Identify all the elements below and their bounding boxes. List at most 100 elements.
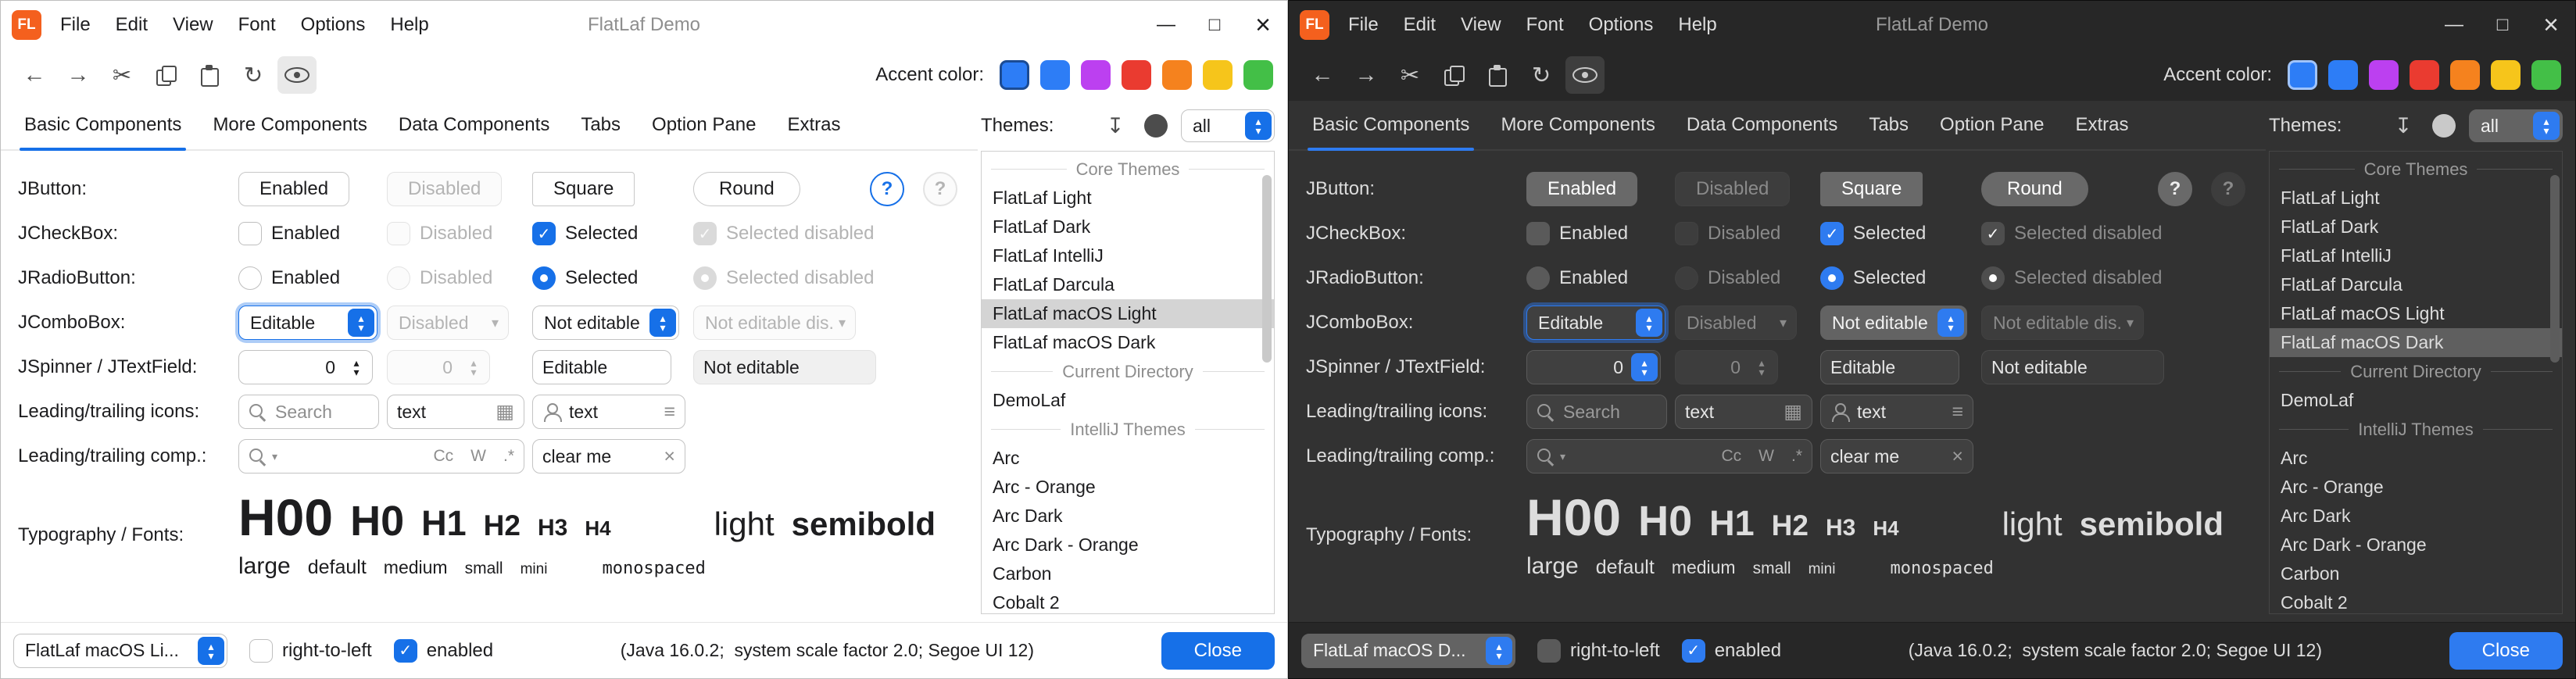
calendar-icon[interactable]: ▦ [496,400,514,423]
theme-list-item[interactable]: Arc Dark [2270,502,2562,531]
accent-swatch[interactable] [2450,60,2480,90]
combobox-not-editable[interactable]: Not editable ▴▾ [532,306,679,340]
square-button[interactable]: Square [1820,172,1923,206]
back-button[interactable]: ← [1303,56,1342,94]
right-to-left-checkbox[interactable]: right-to-left [1537,639,1660,663]
theme-list-item[interactable]: Cobalt 2 [982,588,1274,614]
close-window-button[interactable]: × [1239,1,1287,49]
paste-button[interactable] [190,56,229,94]
menu-item-view[interactable]: View [160,1,226,49]
theme-list-item[interactable]: DemoLaf [2270,386,2562,415]
textfield-editable[interactable]: Editable [1820,350,1959,384]
user-field[interactable]: text ≡ [532,395,685,429]
tab-extras[interactable]: Extras [771,101,856,149]
cut-button[interactable]: ✂ [102,56,141,94]
accent-swatch[interactable] [1000,60,1029,90]
theme-list-item[interactable]: FlatLaf macOS Light [982,299,1274,328]
list-icon[interactable]: ≡ [664,401,675,423]
textfield-value[interactable]: Editable [542,357,607,378]
accent-swatch[interactable] [1162,60,1192,90]
list-icon[interactable]: ≡ [1952,401,1963,423]
combo-arrow-button[interactable]: ▴▾ [1486,637,1512,665]
tab-tabs[interactable]: Tabs [565,101,636,149]
theme-list-item[interactable]: Carbon [982,559,1274,588]
tab-more-components[interactable]: More Components [197,101,382,149]
enabled-button[interactable]: Enabled [1526,172,1637,206]
clearable-field[interactable]: clear me× [532,439,685,474]
date-field-value[interactable]: text [1685,402,1714,423]
accent-swatch[interactable] [2491,60,2521,90]
download-themes-button[interactable]: ↧ [2388,110,2419,141]
user-field-value[interactable]: text [569,402,598,423]
tab-option-pane[interactable]: Option Pane [636,101,771,149]
theme-list-item[interactable]: FlatLaf macOS Light [2270,299,2562,328]
clearable-field-value[interactable]: clear me [542,446,611,467]
theme-list-item[interactable]: FlatLaf Darcula [982,270,1274,299]
paste-button[interactable] [1478,56,1517,94]
enabled-button[interactable]: Enabled [238,172,349,206]
accent-swatch[interactable] [2288,60,2317,90]
theme-list-item[interactable]: Carbon [2270,559,2562,588]
theme-list-item[interactable]: Cobalt 2 [2270,588,2562,614]
tab-tabs[interactable]: Tabs [1853,101,1924,149]
forward-button[interactable]: → [59,56,98,94]
enabled-checkbox[interactable]: ✓enabled [1682,639,1781,663]
radio-selected[interactable]: Selected [532,266,638,290]
theme-list-item[interactable]: FlatLaf Light [2270,184,2562,213]
user-field-value[interactable]: text [1857,402,1886,423]
theme-list-item[interactable]: Arc Dark - Orange [982,531,1274,559]
scrollbar-thumb[interactable] [1262,175,1272,363]
show-hidden-toggle-button[interactable] [277,56,317,94]
theme-list-item[interactable]: FlatLaf macOS Dark [982,328,1274,357]
tab-data-components[interactable]: Data Components [383,101,565,149]
tab-basic-components[interactable]: Basic Components [1297,101,1485,149]
spinner[interactable]: 0 ▴▾ [238,350,373,384]
user-field[interactable]: text ≡ [1820,395,1973,429]
combobox-not-editable[interactable]: Not editable ▴▾ [1820,306,1967,340]
combo-arrow-button[interactable]: ▴▾ [1937,309,1964,337]
round-button[interactable]: Round [1981,172,2088,206]
date-field[interactable]: text▦ [387,395,524,429]
combo-arrow-button[interactable]: ▴▾ [2533,112,2560,140]
themes-filter-combobox[interactable]: all ▴▾ [2469,109,2563,142]
forward-button[interactable]: → [1347,56,1386,94]
date-field[interactable]: text▦ [1675,395,1812,429]
scrollbar[interactable] [1261,153,1272,612]
tab-data-components[interactable]: Data Components [1671,101,1853,149]
clear-icon[interactable]: × [1952,445,1963,468]
accent-swatch[interactable] [1203,60,1233,90]
match-case-button[interactable]: Cc [433,447,453,466]
regex-button[interactable]: .* [1791,447,1802,466]
checkbox-selected[interactable]: ✓Selected [1820,222,1926,245]
combobox-editable[interactable]: Editable ▴▾ [238,306,377,340]
radio-enabled[interactable]: Enabled [1526,266,1628,290]
minimize-button[interactable]: — [2430,1,2478,49]
theme-list-item[interactable]: Arc - Orange [982,473,1274,502]
combobox-editable[interactable]: Editable ▴▾ [1526,306,1665,340]
spinner-buttons[interactable]: ▴▾ [343,353,370,381]
theme-list-item[interactable]: FlatLaf IntelliJ [2270,241,2562,270]
accent-swatch[interactable] [1243,60,1273,90]
github-button[interactable] [1140,110,1172,141]
theme-list-item[interactable]: Arc Dark - Orange [2270,531,2562,559]
round-button[interactable]: Round [693,172,800,206]
themes-filter-combobox[interactable]: all ▴▾ [1181,109,1275,142]
radio-enabled[interactable]: Enabled [238,266,340,290]
tab-more-components[interactable]: More Components [1485,101,1670,149]
menu-item-help[interactable]: Help [377,1,441,49]
accent-swatch[interactable] [1040,60,1070,90]
spinner-value[interactable]: 0 [1527,357,1631,378]
radio-selected[interactable]: Selected [1820,266,1926,290]
search-options-field[interactable]: ▾ Cc W .* [238,439,524,474]
combo-arrow-button[interactable]: ▴▾ [348,309,374,337]
theme-list-item[interactable]: FlatLaf IntelliJ [982,241,1274,270]
scrollbar[interactable] [2549,153,2560,612]
combo-arrow-button[interactable]: ▴▾ [1245,112,1272,140]
close-button[interactable]: Close [1161,632,1275,670]
accent-swatch[interactable] [2369,60,2399,90]
clearable-field-value[interactable]: clear me [1830,446,1899,467]
spinner-value[interactable]: 0 [239,357,343,378]
chevron-down-icon[interactable]: ▾ [272,450,277,463]
textfield-editable[interactable]: Editable [532,350,671,384]
theme-list-item[interactable]: DemoLaf [982,386,1274,415]
